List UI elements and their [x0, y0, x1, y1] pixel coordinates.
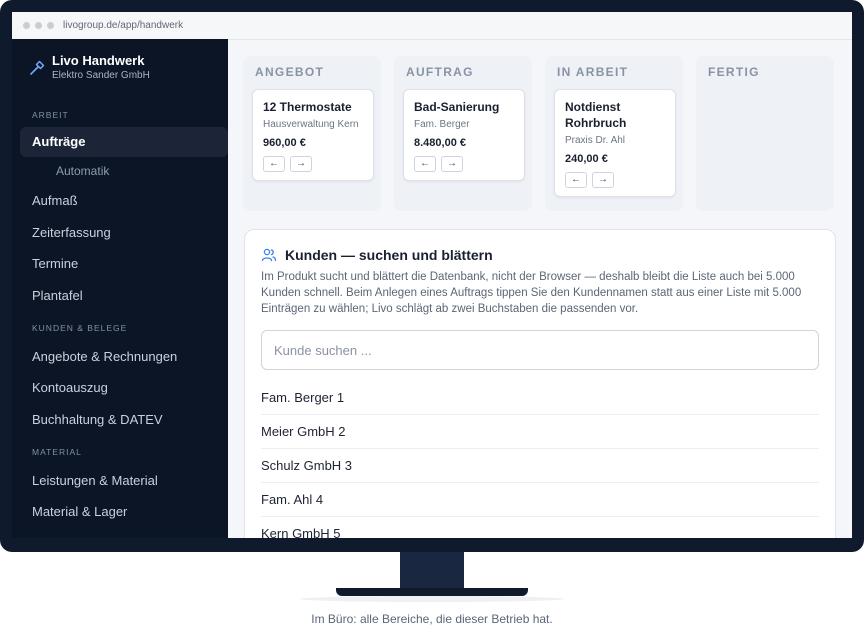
move-left-button[interactable]: ← — [565, 172, 587, 188]
move-left-button[interactable]: ← — [263, 156, 285, 172]
section-label-arbeit: ARBEIT — [32, 110, 69, 120]
panel-description: Im Produkt sucht und blättert die Datenb… — [261, 271, 802, 315]
card-title: Bad-Sanierung — [414, 100, 500, 114]
move-right-button[interactable]: → — [441, 156, 463, 172]
customers-panel: Kunden — suchen und blättern Im Produkt … — [244, 229, 836, 538]
column-title: FERTIG — [708, 65, 760, 79]
window-dot — [47, 22, 54, 29]
users-icon — [261, 248, 277, 262]
sidebar-item-auftraege[interactable]: Aufträge — [20, 127, 228, 157]
list-item[interactable]: Fam. Ahl 4 — [261, 483, 819, 517]
card-customer: Praxis Dr. Ahl — [565, 135, 626, 146]
sidebar-item-buchhaltung-datev[interactable]: Buchhaltung & DATEV — [32, 412, 163, 427]
sidebar-item-angebote-rechnungen[interactable]: Angebote & Rechnungen — [32, 349, 177, 364]
sidebar-item-termine[interactable]: Termine — [32, 256, 78, 271]
section-label-kunden-belege: KUNDEN & BELEGE — [32, 323, 128, 333]
card-customer: Hausverwaltung Kern — [263, 119, 359, 130]
main-content: ANGEBOT 12 Thermostate Hausverwaltung Ke… — [228, 39, 852, 538]
card-customer: Fam. Berger — [414, 119, 470, 130]
sidebar-item-kontoauszug[interactable]: Kontoauszug — [32, 380, 108, 395]
sidebar-item-zeiterfassung[interactable]: Zeiterfassung — [32, 225, 111, 240]
customer-search-input[interactable] — [261, 330, 819, 370]
card-amount: 960,00 € — [263, 137, 306, 149]
window-dot — [23, 22, 30, 29]
panel-title: Kunden — suchen und blättern — [285, 247, 493, 263]
monitor-stand-base — [336, 588, 528, 596]
sidebar-item-material-lager[interactable]: Material & Lager — [32, 504, 127, 519]
board-column-angebot: ANGEBOT 12 Thermostate Hausverwaltung Ke… — [243, 56, 381, 211]
card-title: Notdienst Rohrbruch — [565, 100, 627, 130]
screen: livogroup.de/app/handwerk Livo Handwerk … — [12, 12, 852, 538]
move-left-button[interactable]: ← — [414, 156, 436, 172]
card-amount: 8.480,00 € — [414, 137, 466, 149]
browser-bar: livogroup.de/app/handwerk — [12, 12, 852, 40]
list-item[interactable]: Meier GmbH 2 — [261, 415, 819, 449]
brand-name: Livo Handwerk — [52, 53, 145, 68]
move-right-button[interactable]: → — [290, 156, 312, 172]
sidebar-item-plantafel[interactable]: Plantafel — [32, 288, 83, 303]
monitor-shadow — [300, 596, 564, 602]
job-card[interactable]: Bad-Sanierung Fam. Berger 8.480,00 € ← → — [403, 89, 525, 181]
brand-company: Elektro Sander GmbH — [52, 70, 150, 81]
brand: Livo Handwerk Elektro Sander GmbH — [28, 53, 150, 83]
monitor-frame: livogroup.de/app/handwerk Livo Handwerk … — [0, 0, 864, 552]
move-right-button[interactable]: → — [592, 172, 614, 188]
sidebar-item-aufmass[interactable]: Aufmaß — [32, 193, 78, 208]
url-text[interactable]: livogroup.de/app/handwerk — [63, 20, 183, 31]
column-title: AUFTRAG — [406, 65, 474, 79]
card-title: 12 Thermostate — [263, 100, 352, 114]
job-card[interactable]: 12 Thermostate Hausverwaltung Kern 960,0… — [252, 89, 374, 181]
job-card[interactable]: Notdienst Rohrbruch Praxis Dr. Ahl 240,0… — [554, 89, 676, 197]
card-amount: 240,00 € — [565, 153, 608, 165]
list-item[interactable]: Schulz GmbH 3 — [261, 449, 819, 483]
column-title: IN ARBEIT — [557, 65, 629, 79]
board-column-in-arbeit: IN ARBEIT Notdienst Rohrbruch Praxis Dr.… — [545, 56, 683, 211]
monitor-stand-neck — [400, 552, 464, 590]
sidebar-item-leistungen-material[interactable]: Leistungen & Material — [32, 473, 158, 488]
sidebar: Livo Handwerk Elektro Sander GmbH ARBEIT… — [12, 39, 228, 538]
customer-list: Fam. Berger 1 Meier GmbH 2 Schulz GmbH 3… — [261, 381, 819, 538]
board-column-auftrag: AUFTRAG Bad-Sanierung Fam. Berger 8.480,… — [394, 56, 532, 211]
section-label-material: MATERIAL — [32, 447, 82, 457]
caption: Im Büro: alle Bereiche, die dieser Betri… — [311, 612, 553, 626]
list-item[interactable]: Kern GmbH 5 — [261, 517, 819, 538]
board-column-fertig: FERTIG — [696, 56, 834, 211]
window-dot — [35, 22, 42, 29]
list-item[interactable]: Fam. Berger 1 — [261, 381, 819, 415]
sidebar-subitem-automatik[interactable]: Automatik — [56, 164, 109, 178]
hammer-icon — [30, 60, 45, 75]
column-title: ANGEBOT — [255, 65, 325, 79]
